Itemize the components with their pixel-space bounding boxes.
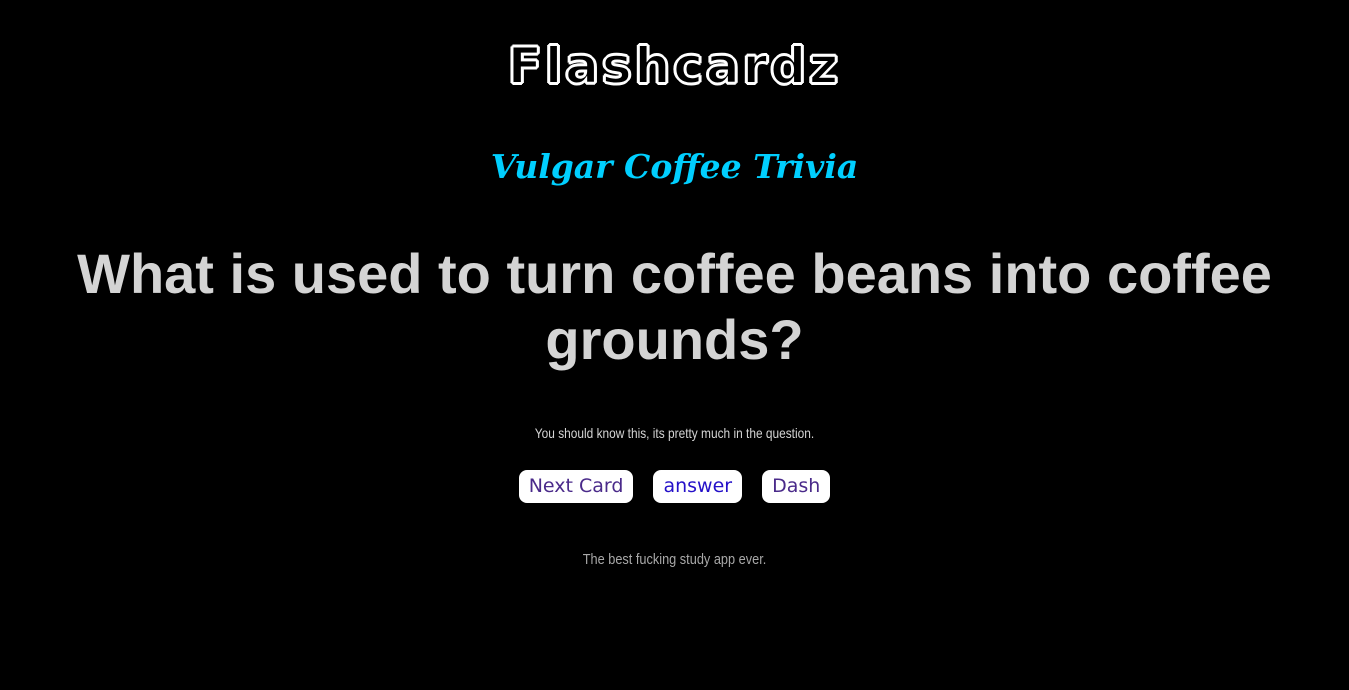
app-logo: Flashcardz [507, 36, 842, 96]
card-actions: Next Card answer Dash [0, 470, 1349, 503]
show-answer-button[interactable]: answer [653, 470, 743, 503]
dashboard-button[interactable]: Dash [762, 470, 831, 503]
deck-title: Vulgar Coffee Trivia [490, 147, 859, 186]
next-card-button[interactable]: Next Card [518, 470, 634, 503]
card-hint: You should know this, its pretty much in… [534, 425, 815, 441]
card-question: What is used to turn coffee beans into c… [77, 242, 1272, 371]
footer-tagline: The best fucking study app ever. [582, 551, 767, 568]
